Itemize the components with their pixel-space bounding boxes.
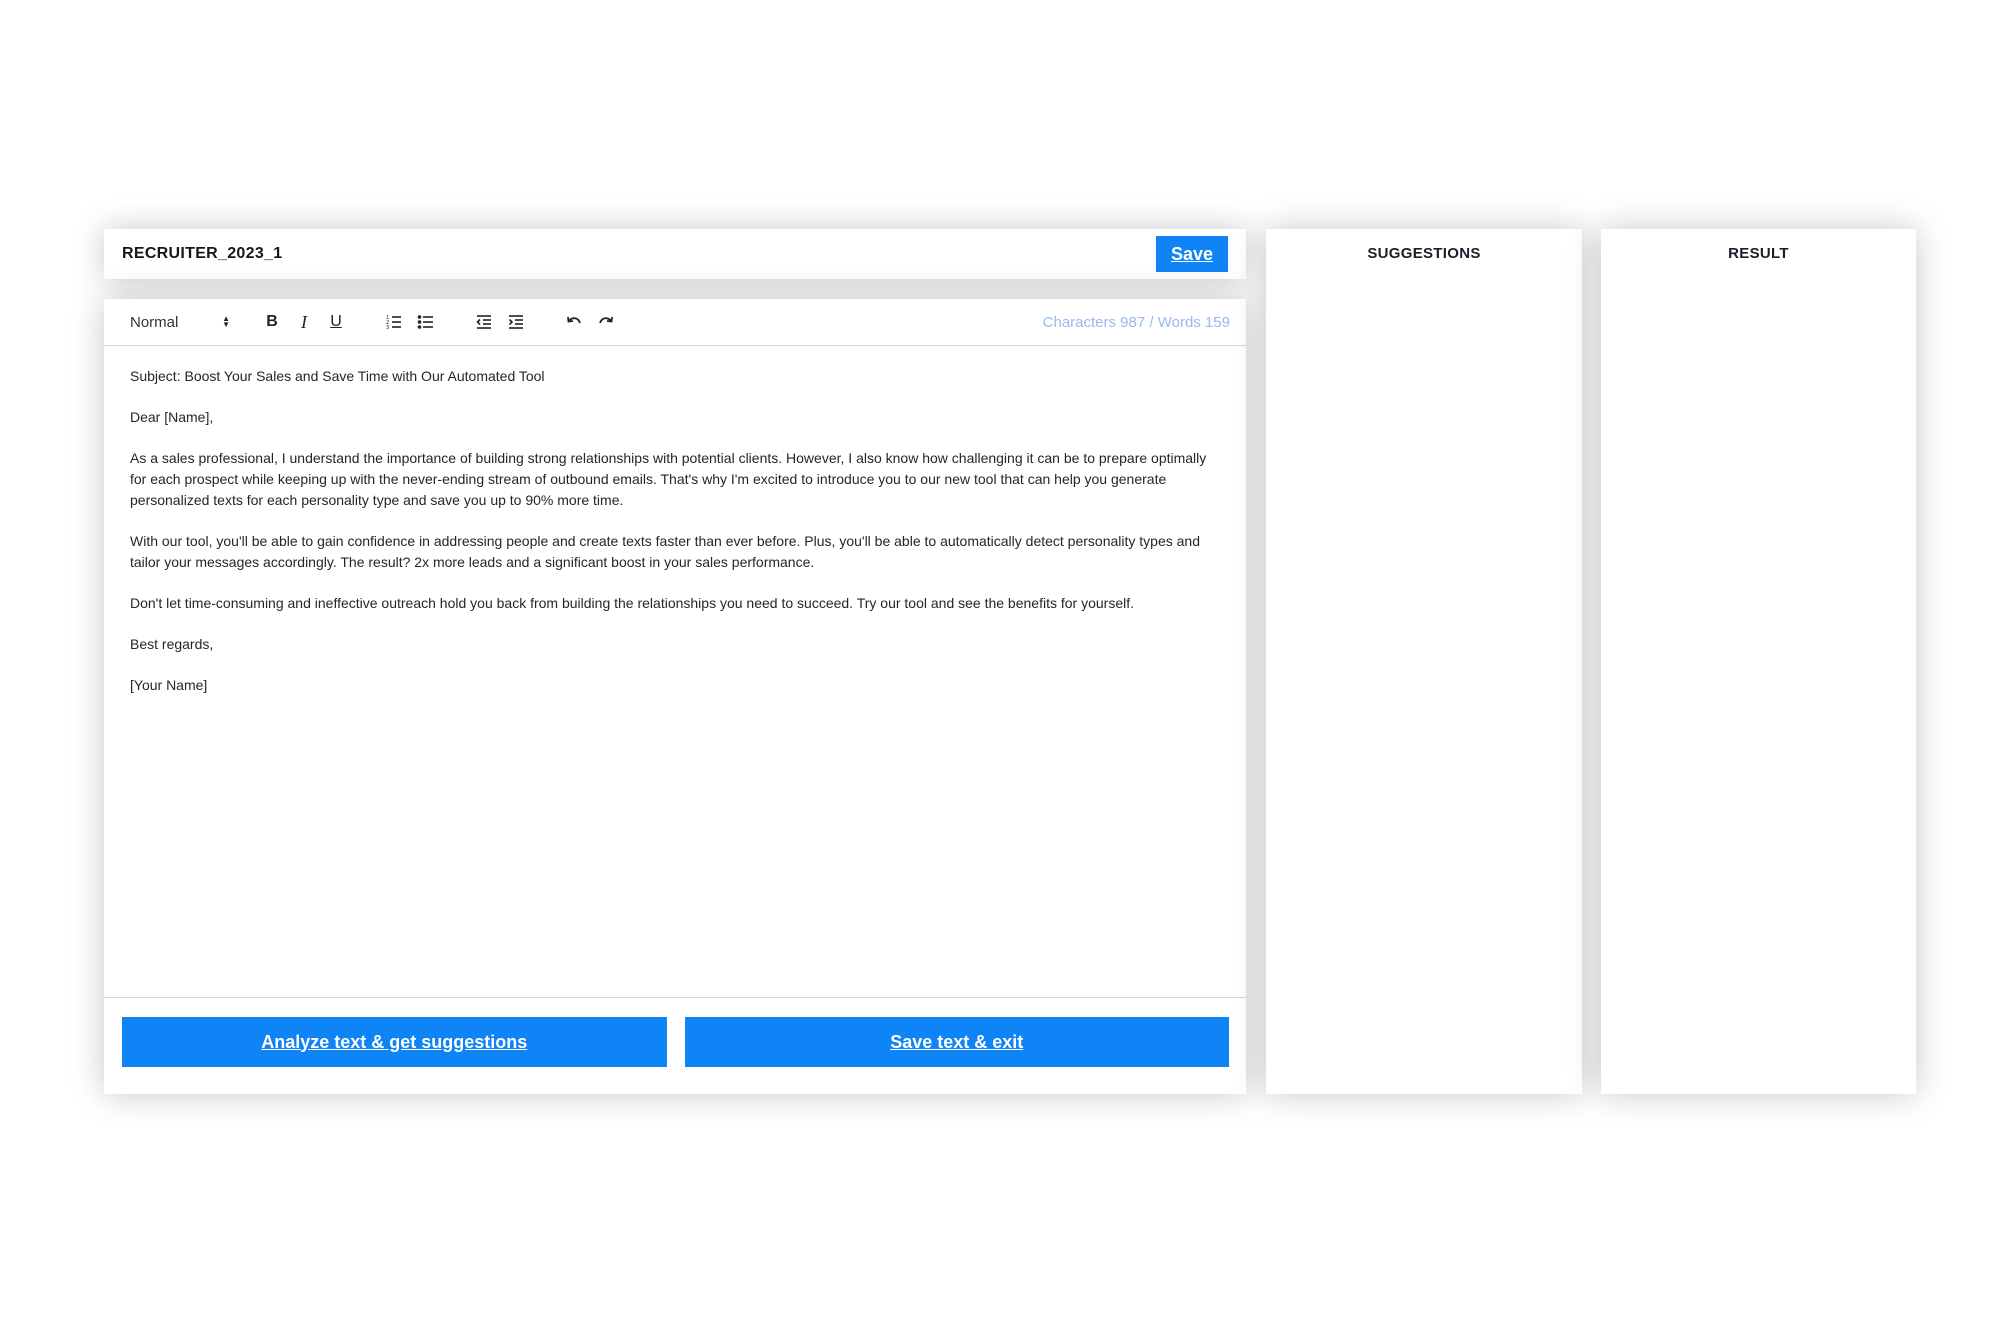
- result-panel: RESULT: [1601, 229, 1916, 1094]
- indent-group: [468, 308, 532, 336]
- outdent-button[interactable]: [468, 308, 500, 336]
- list-group: 1 2 3: [378, 308, 442, 336]
- indent-icon: [508, 315, 523, 329]
- underline-icon: U: [330, 313, 342, 330]
- editor-toolbar: Normal ▲ ▼ B I U 1 2 3 Characters 987 / …: [104, 299, 1246, 346]
- text-style-group: B I U: [256, 308, 352, 336]
- suggestions-panel: SUGGESTIONS: [1266, 229, 1582, 1094]
- words-label: Words: [1157, 314, 1201, 331]
- words-count: 159: [1204, 314, 1230, 331]
- email-closing: Best regards,: [130, 636, 214, 652]
- result-title: RESULT: [1728, 245, 1789, 262]
- editor-content[interactable]: Subject: Boost Your Sales and Save Time …: [104, 346, 1246, 998]
- svg-text:3: 3: [386, 325, 389, 331]
- redo-icon: [599, 316, 613, 324]
- workspace: RECRUITER_2023_1 Save Normal ▲ ▼ B I U 1…: [0, 0, 2000, 1317]
- document-title: RECRUITER_2023_1: [122, 245, 283, 262]
- email-greeting: Dear [Name],: [130, 409, 214, 425]
- format-select-value: Normal: [130, 313, 179, 331]
- underline-button[interactable]: U: [320, 308, 352, 336]
- history-group: [558, 308, 622, 336]
- bold-icon: B: [266, 313, 278, 330]
- undo-icon: [567, 316, 581, 324]
- select-arrows-icon: ▲ ▼: [222, 314, 230, 329]
- save-button[interactable]: Save: [1156, 236, 1228, 272]
- text-editor: Normal ▲ ▼ B I U 1 2 3 Characters 987 / …: [104, 299, 1246, 1094]
- email-paragraph: Don't let time-consuming and ineffective…: [130, 595, 1134, 611]
- format-select[interactable]: Normal ▲ ▼: [130, 314, 230, 331]
- character-word-counter: Characters 987 / Words 159: [1043, 299, 1230, 346]
- italic-icon: I: [301, 311, 307, 332]
- email-subject: Subject: Boost Your Sales and Save Time …: [130, 368, 545, 384]
- italic-button[interactable]: I: [288, 308, 320, 336]
- characters-label: Characters: [1042, 314, 1116, 331]
- email-signature: [Your Name]: [130, 677, 208, 693]
- undo-button[interactable]: [558, 308, 590, 336]
- indent-button[interactable]: [500, 308, 532, 336]
- save-and-exit-button[interactable]: Save text & exit: [684, 1017, 1229, 1067]
- bullet-list-icon: [417, 315, 433, 329]
- email-paragraph: With our tool, you'll be able to gain co…: [130, 533, 1200, 570]
- document-title-bar: RECRUITER_2023_1 Save: [104, 229, 1246, 279]
- characters-count: 987: [1120, 314, 1146, 331]
- outdent-icon: [476, 315, 491, 329]
- email-paragraph: As a sales professional, I understand th…: [130, 450, 1207, 508]
- analyze-text-button[interactable]: Analyze text & get suggestions: [122, 1017, 667, 1067]
- suggestions-title: SUGGESTIONS: [1367, 245, 1481, 262]
- bold-button[interactable]: B: [256, 308, 288, 336]
- ordered-list-button[interactable]: 1 2 3: [378, 308, 410, 336]
- ordered-list-icon: 1 2 3: [386, 315, 401, 331]
- bullet-list-button[interactable]: [410, 308, 442, 336]
- editor-actions: Analyze text & get suggestions Save text…: [104, 998, 1246, 1067]
- redo-button[interactable]: [590, 308, 622, 336]
